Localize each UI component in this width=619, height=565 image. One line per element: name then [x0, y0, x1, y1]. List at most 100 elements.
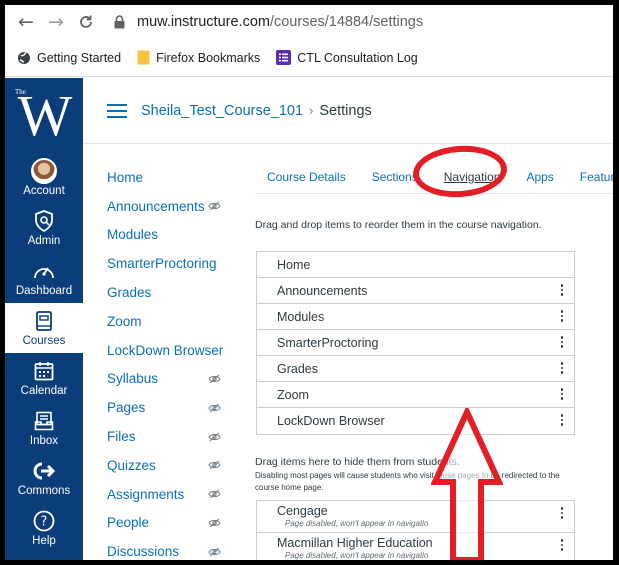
university-logo[interactable]: The W [5, 78, 83, 153]
global-nav-inbox[interactable]: Inbox [5, 403, 83, 453]
nav-row-label: Macmillan Higher Education [277, 536, 433, 550]
kebab-menu-icon[interactable] [560, 336, 564, 348]
hide-items-note: Disabling most pages will cause students… [255, 471, 560, 492]
course-nav-label: Zoom [107, 313, 142, 329]
nav-row-note: Page disabled, won't appear in navigatio [285, 519, 429, 528]
tab-apps[interactable]: Apps [526, 170, 553, 184]
nav-row-label: Modules [277, 309, 325, 324]
annotation-circle [411, 142, 509, 201]
kebab-menu-icon[interactable] [560, 284, 564, 296]
global-nav-help[interactable]: ? Help [5, 503, 83, 553]
global-nav-label: Courses [22, 335, 66, 347]
course-nav-item[interactable]: Assignments [107, 480, 237, 509]
folder-icon [137, 50, 150, 65]
hamburger-menu-icon[interactable] [107, 103, 127, 118]
nav-row-label: SmarterProctoring [277, 335, 379, 350]
hidden-eye-icon [208, 374, 221, 384]
course-nav-label: Assignments [107, 486, 185, 502]
global-navigation: The W Account Admin Dashboard Courses Ca… [5, 78, 83, 560]
logo-the: The [15, 88, 26, 96]
enabled-nav-row[interactable]: Home [257, 252, 574, 278]
tab-course-details[interactable]: Course Details [267, 170, 346, 184]
global-nav-courses[interactable]: Courses [5, 303, 83, 353]
course-navigation: Home Announcements Modules SmarterProctorin… [107, 163, 237, 560]
kebab-menu-icon[interactable] [560, 388, 564, 400]
kebab-menu-icon[interactable] [560, 310, 564, 322]
course-nav-item[interactable]: Zoom [107, 307, 237, 336]
course-nav-item[interactable]: Quizzes [107, 451, 237, 480]
lock-icon[interactable] [111, 15, 127, 29]
course-nav-label: LockDown Browser [107, 342, 224, 358]
enabled-nav-row[interactable]: SmarterProctoring [257, 330, 574, 356]
course-nav-label: Quizzes [107, 457, 156, 473]
nav-row-note: Page disabled, won't appear in navigatio [285, 551, 429, 560]
disabled-nav-list: Cengage Page disabled, won't appear in na… [256, 500, 575, 560]
global-nav-label: Help [32, 535, 56, 547]
course-nav-item[interactable]: Pages [107, 393, 237, 422]
breadcrumb-current: Settings [319, 102, 372, 119]
course-nav-item[interactable]: Announcements [107, 192, 237, 221]
course-nav-item[interactable]: Files [107, 422, 237, 451]
global-nav-calendar[interactable]: Calendar [5, 353, 83, 403]
course-nav-label: People [107, 515, 150, 531]
course-nav-label: SmarterProctoring [107, 256, 217, 272]
breadcrumb-separator: › [309, 103, 314, 118]
course-header: Sheila_Test_Course_101 › Settings [83, 78, 613, 144]
nav-row-label: LockDown Browser [277, 414, 385, 428]
course-nav-item[interactable]: Modules [107, 221, 237, 250]
global-nav-label: Dashboard [15, 285, 73, 297]
enabled-nav-row[interactable]: Grades [257, 356, 574, 382]
forward-arrow-icon[interactable]: → [45, 11, 67, 33]
kebab-menu-icon[interactable] [560, 414, 564, 426]
global-nav-account[interactable]: Account [5, 153, 83, 203]
course-nav-item[interactable]: Home [107, 163, 237, 192]
enabled-nav-row[interactable]: Announcements [257, 278, 574, 304]
screenshot-frame: ← → muw.instructure.com/courses/14884/se… [0, 0, 619, 565]
hide-items-title: Drag items here to hide them from studen… [255, 456, 460, 468]
kebab-menu-icon[interactable] [560, 362, 564, 374]
bookmark-getting-started[interactable]: Getting Started [17, 51, 121, 65]
kebab-menu-icon[interactable] [560, 539, 564, 551]
nav-row-label: Grades [277, 361, 318, 376]
breadcrumb-course[interactable]: Sheila_Test_Course_101 [141, 103, 303, 119]
course-nav-item[interactable]: SmarterProctoring [107, 249, 237, 278]
hidden-eye-icon [208, 547, 221, 557]
course-nav-item[interactable]: Syllabus [107, 365, 237, 394]
disabled-nav-row[interactable]: Cengage Page disabled, won't appear in na… [257, 501, 574, 533]
avatar-icon [31, 158, 57, 184]
enabled-nav-list: Home Announcements Modules SmarterProctorin… [256, 251, 575, 435]
tab-sections[interactable]: Sections [372, 170, 418, 184]
reload-icon[interactable] [75, 11, 97, 33]
calendar-icon [34, 359, 54, 383]
tab-feature-options[interactable]: Feature Op [580, 170, 613, 184]
nav-row-label: Announcements [277, 283, 368, 298]
enabled-nav-row[interactable]: Modules [257, 304, 574, 330]
kebab-menu-icon[interactable] [560, 507, 564, 519]
url-field[interactable]: muw.instructure.com/courses/14884/settin… [137, 14, 423, 30]
bookmark-firefox-bookmarks[interactable]: Firefox Bookmarks [137, 50, 260, 65]
course-nav-label: Announcements [107, 198, 205, 214]
shield-icon [34, 209, 54, 233]
global-nav-dashboard[interactable]: Dashboard [5, 253, 83, 303]
enabled-nav-row[interactable]: LockDown Browser [257, 408, 574, 434]
enabled-nav-row[interactable]: Zoom [257, 382, 574, 408]
back-arrow-icon[interactable]: ← [15, 11, 37, 33]
hidden-eye-icon [208, 518, 221, 528]
course-nav-item[interactable]: Grades [107, 278, 237, 307]
bookmark-label: CTL Consultation Log [297, 50, 418, 65]
help-icon: ? [33, 509, 55, 533]
global-nav-commons[interactable]: Commons [5, 453, 83, 503]
bookmark-ctl-consultation-log[interactable]: CTL Consultation Log [276, 50, 418, 65]
course-nav-label: Syllabus [107, 371, 159, 387]
global-nav-label: Calendar [20, 385, 68, 397]
course-nav-item[interactable]: LockDown Browser [107, 336, 237, 365]
course-nav-item[interactable]: People [107, 509, 237, 538]
hidden-eye-icon [208, 403, 221, 413]
disabled-nav-row[interactable]: Macmillan Higher Education Page disabled,… [257, 533, 574, 560]
course-nav-item[interactable]: Discussions [107, 537, 237, 560]
commons-icon [33, 459, 55, 483]
global-nav-label: Account [23, 185, 65, 197]
global-nav-admin[interactable]: Admin [5, 203, 83, 253]
hidden-eye-icon [208, 489, 221, 499]
course-nav-label: Home [107, 169, 144, 185]
